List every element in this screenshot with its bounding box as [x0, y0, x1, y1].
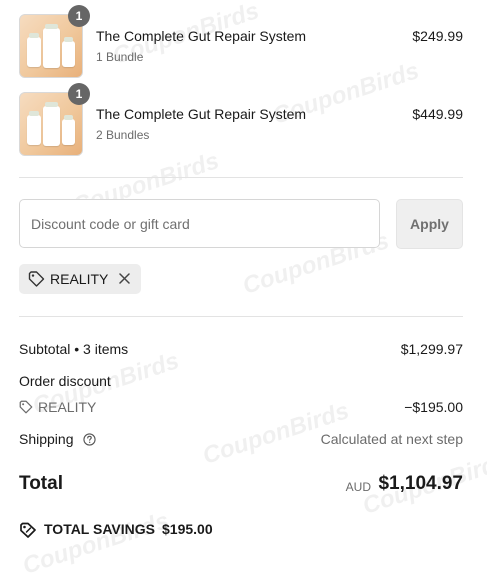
quantity-badge: 1: [68, 5, 90, 27]
product-title: The Complete Gut Repair System: [96, 106, 307, 122]
shipping-row: Shipping: [19, 431, 97, 449]
tag-icon: [19, 400, 33, 417]
shipping-value: Calculated at next step: [320, 431, 463, 447]
quantity-badge: 1: [68, 83, 90, 105]
divider: [19, 177, 463, 178]
currency-code: AUD: [345, 480, 371, 494]
product-title: The Complete Gut Repair System: [96, 28, 307, 44]
question-circle-icon[interactable]: [83, 433, 97, 449]
order-discount-label: Order discount: [19, 373, 111, 389]
watermark: CouponBirds: [19, 507, 173, 580]
total-label: Total: [19, 473, 63, 494]
discount-code-name: REALITY: [38, 399, 97, 415]
applied-discount-tag: REALITY: [19, 264, 141, 294]
product-price: $449.99: [412, 106, 463, 122]
subtotal-label: Subtotal • 3 items: [19, 341, 129, 357]
shipping-label: Shipping: [19, 431, 74, 447]
discount-code-input[interactable]: [19, 199, 380, 248]
product-variant: 1 Bundle: [96, 50, 144, 64]
total-amount: $1,104.97: [378, 473, 463, 494]
applied-discount-code: REALITY: [50, 271, 109, 287]
discount-value: −$195.00: [404, 399, 463, 415]
tag-icon: [28, 271, 45, 292]
subtotal-value: $1,299.97: [400, 341, 463, 357]
savings-label: TOTAL SAVINGS: [44, 521, 155, 537]
product-price: $249.99: [412, 28, 463, 44]
close-icon[interactable]: [118, 272, 131, 290]
savings-amount: $195.00: [162, 521, 213, 537]
product-variant: 2 Bundles: [96, 128, 150, 142]
cart-item: 1 The Complete Gut Repair System 1 Bundl…: [19, 5, 463, 78]
divider: [19, 316, 463, 317]
discount-code-row: REALITY: [19, 399, 96, 417]
apply-discount-button[interactable]: Apply: [396, 199, 463, 249]
cart-item: 1 The Complete Gut Repair System 2 Bundl…: [19, 83, 463, 156]
savings-tag-icon: [19, 522, 37, 541]
